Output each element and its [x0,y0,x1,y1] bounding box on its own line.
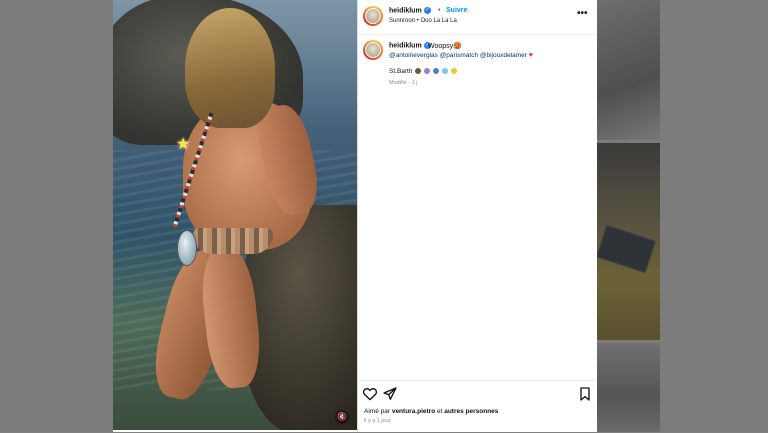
avatar[interactable] [363,40,383,60]
mute-icon[interactable]: 🔇 [335,410,349,424]
caption-mentions[interactable]: @antoineverglas @parismatch @bijouxdelam… [389,52,533,59]
avatar[interactable] [363,6,383,26]
grid-thumbnail [597,343,660,432]
post-author-username[interactable]: heidiklum ✓ [389,7,431,14]
splash-emoji-icon [441,68,448,75]
liked-by-text[interactable]: Aimé par ventura.pietro et autres person… [364,408,498,415]
caption-section: heidiklum ✓ Woopsy🥵 @antoineverglas @pari… [358,35,597,380]
face-emoji-icon: 🥵 [453,43,462,50]
edited-label: Modifié · 1 j [389,80,418,86]
photo-figure-hair [185,8,275,128]
separator-dot: • [438,7,441,14]
follow-button[interactable]: Suivre [446,7,467,14]
star-sticker-icon: ★ [176,136,191,153]
globe-emoji-icon [432,68,439,75]
caption-username[interactable]: heidiklum ✓ [389,42,431,49]
grid-thumbnail [597,0,660,140]
photo-figure-bikini [193,228,273,254]
share-icon[interactable] [382,386,398,402]
more-options-icon[interactable]: ••• [577,8,588,19]
heart-emoji-icon: ♥ [528,52,533,59]
audio-label[interactable]: Sunnroon • Ooo La La La [389,18,457,24]
smile-emoji-icon [450,68,457,75]
post-actions: Aimé par ventura.pietro et autres person… [358,380,597,433]
post-timestamp[interactable]: il y a 1 jour [364,418,391,424]
photo-pendant [177,230,197,266]
post-modal: ★ 🔇 heidiklum ✓ • Suivre Sunnroon • Ooo L… [113,0,597,432]
caption-text: Woopsy🥵 [428,43,462,50]
overlay-backdrop-left[interactable] [0,0,113,432]
heart-icon[interactable] [362,386,378,402]
post-photo[interactable]: ★ 🔇 [113,0,357,430]
bookmark-icon[interactable] [577,386,593,402]
verified-badge-icon: ✓ [423,7,431,14]
palm-emoji-icon [415,68,422,75]
shell-emoji-icon [424,68,431,75]
post-header: heidiklum ✓ • Suivre Sunnroon • Ooo La La… [358,0,597,35]
caption-location: St.Barth [389,68,457,75]
